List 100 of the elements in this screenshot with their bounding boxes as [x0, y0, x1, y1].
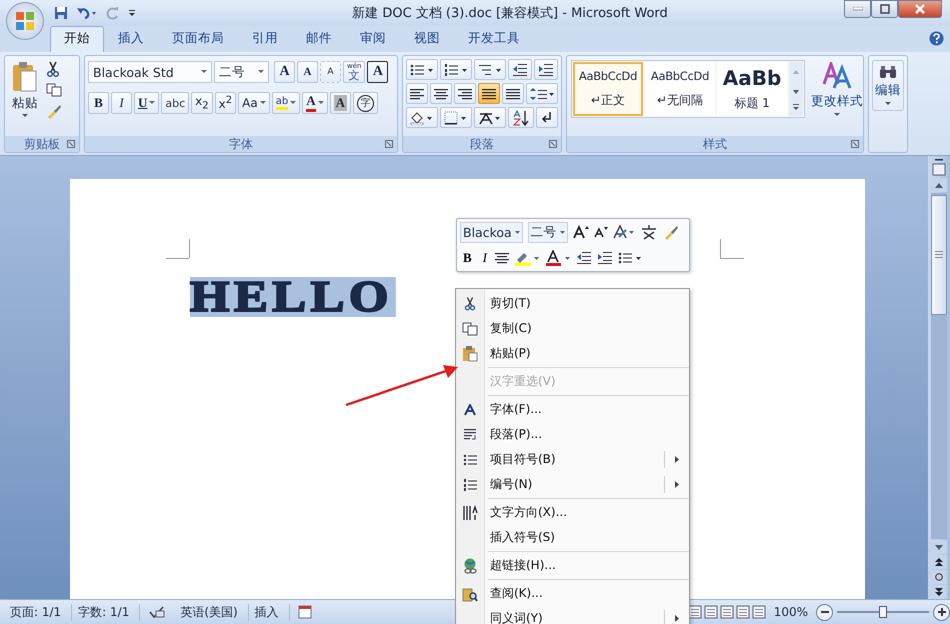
grow-font-button[interactable]: A: [274, 61, 295, 83]
ribbon-tab[interactable]: 插入: [104, 26, 158, 52]
script-button[interactable]: x$_{2}$: [191, 92, 213, 114]
scissors-icon[interactable]: [46, 61, 60, 77]
menu-item[interactable]: 查阅(K)...: [456, 581, 689, 606]
case-button[interactable]: Aa: [238, 92, 270, 114]
ribbon-tab[interactable]: 视图: [400, 26, 454, 52]
menu-item[interactable]: 插入符号(S): [456, 525, 689, 550]
font-name-dropdown[interactable]: Blackoak Std: [88, 61, 212, 83]
shrink-font-button[interactable]: A: [297, 61, 318, 83]
asian-layout-button[interactable]: [474, 107, 506, 128]
scroll-up-button[interactable]: [931, 178, 947, 192]
decrease-indent-icon[interactable]: [576, 250, 592, 265]
page-count[interactable]: 页面: 1/1: [4, 604, 72, 620]
zoom-slider[interactable]: [837, 604, 929, 620]
enclosed-button[interactable]: 字: [352, 92, 378, 114]
format-painter-icon[interactable]: [662, 224, 679, 240]
macro-icon[interactable]: [298, 605, 312, 619]
next-page-button[interactable]: [931, 585, 947, 599]
borders-button[interactable]: [440, 107, 472, 128]
increase-indent-button[interactable]: [534, 59, 558, 80]
shrink-font-icon[interactable]: [594, 226, 608, 238]
phonetic-icon[interactable]: [640, 224, 658, 240]
previous-page-button[interactable]: [931, 555, 947, 569]
font-size-dropdown[interactable]: 二号: [214, 61, 269, 83]
customize-caret-icon[interactable]: [128, 8, 136, 18]
dialog-launcher-icon[interactable]: [851, 140, 859, 148]
dialog-launcher-icon[interactable]: [385, 140, 393, 148]
font-name-dropdown[interactable]: Blackoa: [460, 222, 523, 243]
bold-button[interactable]: B: [88, 92, 109, 114]
menu-item[interactable]: 剪切(T): [456, 291, 689, 316]
align-left-button[interactable]: [406, 83, 428, 104]
style-item[interactable]: AaBbCcDd ↵正文: [573, 62, 643, 116]
menu-item[interactable]: 编号(N): [456, 472, 689, 497]
ribbon-tab[interactable]: 引用: [238, 26, 292, 52]
maximize-button[interactable]: [871, 0, 898, 18]
menu-item[interactable]: 项目符号(B): [456, 447, 689, 472]
underline-button[interactable]: U: [134, 92, 160, 114]
scroll-down-button[interactable]: [931, 540, 947, 554]
bullet-list-icon[interactable]: [618, 250, 642, 265]
line-spacing-button[interactable]: [526, 83, 558, 104]
decrease-indent-button[interactable]: [508, 59, 532, 80]
justify-button[interactable]: [478, 83, 500, 104]
menu-item[interactable]: 文字方向(X)...: [456, 500, 689, 525]
shading-button[interactable]: A: [330, 92, 351, 114]
proofing-icon[interactable]: [148, 605, 166, 619]
paste-button[interactable]: 粘贴: [8, 59, 42, 133]
character-border-button[interactable]: A: [367, 61, 388, 83]
dialog-launcher-icon[interactable]: [549, 140, 557, 148]
highlight-button[interactable]: ab: [272, 92, 300, 114]
menu-item[interactable]: 段落(P)...: [456, 422, 689, 447]
scrollbar-thumb[interactable]: [931, 195, 947, 315]
copy-icon[interactable]: [46, 83, 62, 97]
increase-indent-icon[interactable]: [597, 250, 614, 265]
ribbon-tab[interactable]: 开发工具: [454, 26, 534, 52]
style-item[interactable]: AaBb 标题 1: [717, 62, 787, 116]
browse-object-button[interactable]: [931, 570, 947, 584]
zoom-in-button[interactable]: [933, 604, 950, 620]
sort-button[interactable]: [508, 107, 534, 128]
align-right-button[interactable]: [454, 83, 476, 104]
multilevel-list-button[interactable]: [474, 59, 506, 80]
gallery-scroll[interactable]: [789, 62, 803, 116]
ribbon-tab[interactable]: 页面布局: [158, 26, 238, 52]
insert-mode[interactable]: 插入: [248, 604, 290, 620]
italic-button[interactable]: I: [480, 250, 490, 266]
script-button[interactable]: x$^{2}$: [214, 92, 236, 114]
center-align-icon[interactable]: [495, 252, 510, 264]
view-icon[interactable]: [736, 605, 750, 619]
save-icon[interactable]: [54, 6, 68, 20]
menu-item[interactable]: 字体(F)...: [456, 397, 689, 422]
menu-item[interactable]: 同义词(Y): [456, 606, 689, 624]
view-icon[interactable]: [704, 605, 718, 619]
fontcolor-button[interactable]: A: [302, 92, 328, 114]
clear-formatting-button[interactable]: A: [320, 61, 341, 83]
word-count[interactable]: 字数: 1/1: [72, 604, 140, 620]
grow-font-icon[interactable]: [572, 225, 589, 240]
align-center-button[interactable]: [430, 83, 452, 104]
undo-icon[interactable]: [76, 6, 98, 20]
ribbon-tab[interactable]: 审阅: [346, 26, 400, 52]
bold-button[interactable]: B: [460, 250, 475, 266]
styles-icon[interactable]: [612, 224, 635, 240]
ribbon-tab[interactable]: 邮件: [292, 26, 346, 52]
close-button[interactable]: [898, 0, 942, 18]
zoom-slider-thumb[interactable]: [879, 606, 887, 618]
editing-button[interactable]: 编辑: [872, 60, 904, 111]
menu-item[interactable]: 超链接(H)...: [456, 553, 689, 578]
language-status[interactable]: 英语(美国): [174, 604, 249, 620]
zoom-level[interactable]: 100%: [774, 605, 808, 619]
menu-item[interactable]: 粘贴(P): [456, 341, 689, 366]
italic-button[interactable]: I: [111, 92, 132, 114]
zoom-out-button[interactable]: [816, 604, 833, 620]
menu-item[interactable]: 复制(C): [456, 316, 689, 341]
bullets-button[interactable]: [406, 59, 438, 80]
dialog-launcher-icon[interactable]: [67, 140, 75, 148]
minimize-button[interactable]: [844, 0, 871, 18]
ruler-toggle-icon[interactable]: [932, 159, 946, 177]
help-icon[interactable]: [929, 31, 944, 46]
format-painter-icon[interactable]: [46, 103, 62, 119]
strike-button[interactable]: abc: [161, 92, 190, 114]
view-icon[interactable]: [752, 605, 766, 619]
